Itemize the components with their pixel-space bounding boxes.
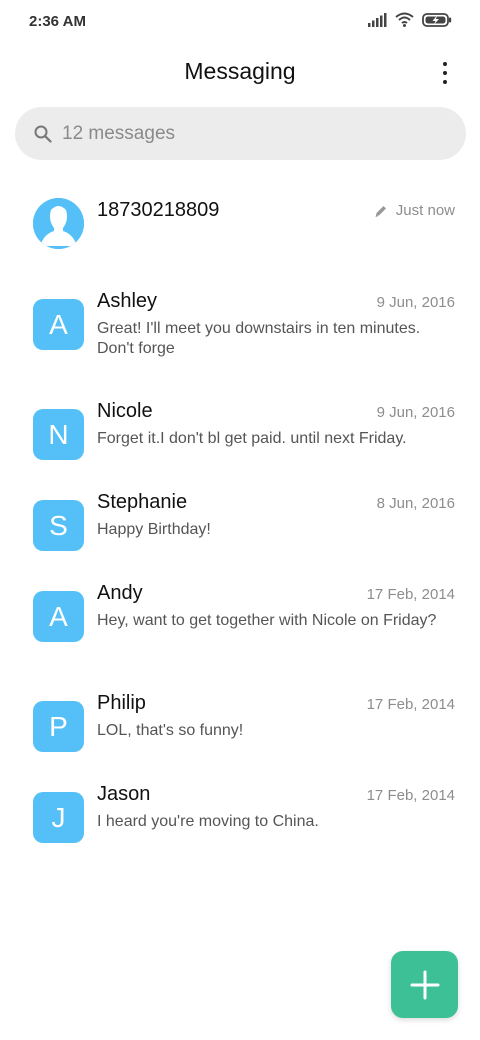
more-vert-icon-dot bbox=[443, 80, 447, 84]
conversation-list: 18730218809 Just now A Ashley 9 Jun, 201… bbox=[0, 172, 480, 866]
conversation-item[interactable]: A Ashley 9 Jun, 2016 Great! I'll meet yo… bbox=[0, 282, 480, 392]
contact-silhouette-icon bbox=[33, 198, 84, 249]
avatar: A bbox=[33, 299, 84, 350]
status-time: 2:36 AM bbox=[29, 13, 86, 30]
avatar: A bbox=[33, 591, 84, 642]
status-bar: 2:36 AM bbox=[0, 0, 480, 44]
conversation-snippet: Happy Birthday! bbox=[97, 521, 211, 538]
more-options-button[interactable] bbox=[432, 56, 458, 90]
conversation-date: 9 Jun, 2016 bbox=[376, 404, 455, 421]
conversation-name: 18730218809 bbox=[97, 199, 220, 221]
avatar: S bbox=[33, 500, 84, 551]
conversation-name: Stephanie bbox=[97, 491, 188, 513]
conversation-name: Nicole bbox=[97, 400, 153, 422]
conversation-date: 17 Feb, 2014 bbox=[366, 787, 455, 804]
conversation-date-text: Just now bbox=[395, 202, 455, 219]
conversation-snippet: Great! I'll meet you downstairs in ten m… bbox=[97, 320, 421, 357]
conversation-date: 8 Jun, 2016 bbox=[376, 495, 455, 512]
avatar: N bbox=[33, 409, 84, 460]
search-icon bbox=[34, 125, 52, 143]
conversation-date: Just now bbox=[374, 202, 455, 219]
conversation-date: 17 Feb, 2014 bbox=[366, 696, 455, 713]
more-vert-icon bbox=[443, 62, 447, 66]
signal-icon bbox=[368, 12, 387, 27]
conversation-item[interactable]: 18730218809 Just now bbox=[0, 172, 480, 282]
conversation-item[interactable]: J Jason 17 Feb, 2014 I heard you're movi… bbox=[0, 775, 480, 866]
conversation-date: 17 Feb, 2014 bbox=[366, 586, 455, 603]
app-bar: Messaging bbox=[0, 48, 480, 98]
conversation-item[interactable]: S Stephanie 8 Jun, 2016 Happy Birthday! bbox=[0, 483, 480, 574]
more-vert-icon-dot bbox=[443, 71, 447, 75]
conversation-date: 9 Jun, 2016 bbox=[376, 294, 455, 311]
conversation-snippet: LOL, that's so funny! bbox=[97, 722, 244, 739]
conversation-item[interactable]: N Nicole 9 Jun, 2016 Forget it.I don't b… bbox=[0, 392, 480, 483]
status-icons bbox=[368, 12, 452, 27]
pencil-icon bbox=[375, 205, 386, 217]
search-input[interactable]: 12 messages bbox=[15, 107, 466, 160]
conversation-name: Ashley bbox=[97, 290, 158, 312]
conversation-name: Jason bbox=[97, 783, 151, 805]
conversation-snippet: I heard you're moving to China. bbox=[97, 813, 319, 830]
conversation-item[interactable]: A Andy 17 Feb, 2014 Hey, want to get tog… bbox=[0, 574, 480, 684]
conversation-snippet: Forget it.I don't bl get paid. until nex… bbox=[97, 430, 407, 447]
conversation-name: Philip bbox=[97, 692, 146, 714]
battery-charging-icon bbox=[422, 12, 452, 27]
conversation-item[interactable]: P Philip 17 Feb, 2014 LOL, that's so fun… bbox=[0, 684, 480, 775]
wifi-icon bbox=[395, 12, 414, 27]
avatar: P bbox=[33, 701, 84, 752]
search-placeholder: 12 messages bbox=[62, 122, 176, 144]
page-title: Messaging bbox=[184, 58, 296, 84]
plus-icon bbox=[410, 970, 439, 999]
conversation-snippet: Hey, want to get together with Nicole on… bbox=[97, 612, 437, 629]
avatar: J bbox=[33, 792, 84, 843]
new-message-button[interactable] bbox=[391, 951, 458, 1018]
conversation-name: Andy bbox=[97, 582, 143, 604]
